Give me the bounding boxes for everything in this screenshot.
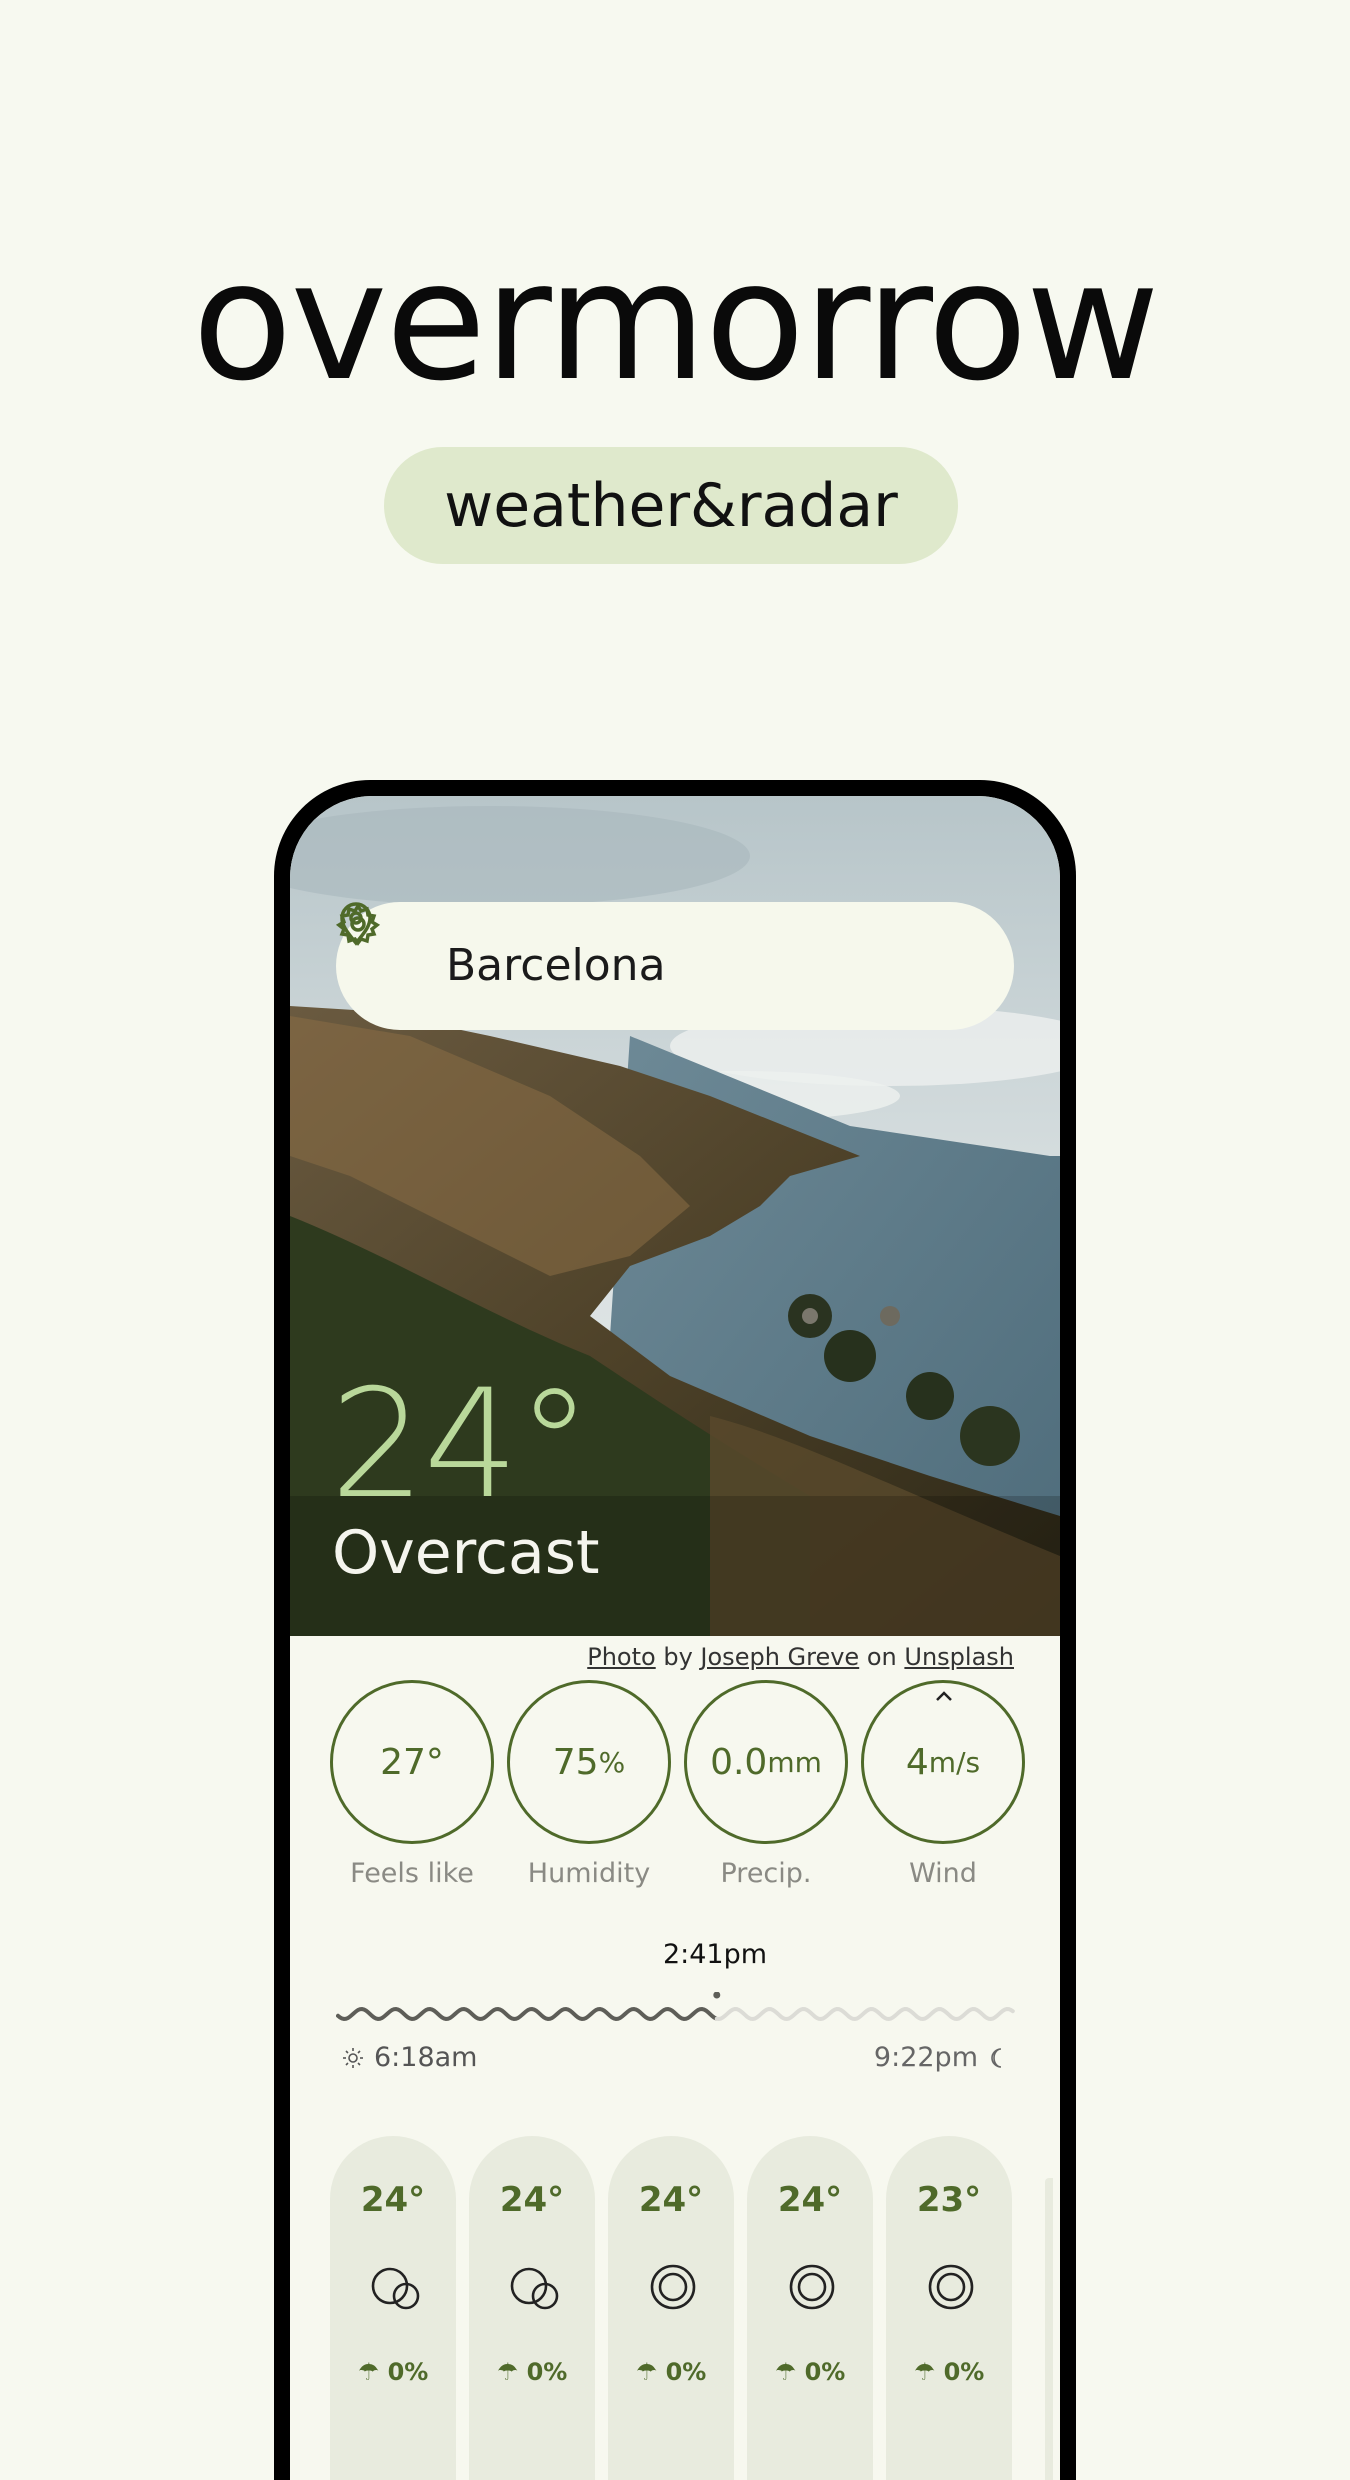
stat-label: Feels like [350,1858,474,1889]
stat-unit: mm [767,1745,822,1779]
hour-temp: 23° [916,2180,982,2220]
hour-precip: ☂ 0% [469,2358,595,2386]
hour-precip: ☂ 0% [608,2358,734,2386]
precip-drop-icon: ☂ [496,2358,519,2386]
stat-circle: 75% [507,1680,671,1844]
sunrise-time: 6:18am [374,2042,478,2073]
hour-precip-value: 0% [665,2358,707,2386]
sunset-time: 9:22pm [873,2042,978,2073]
hourly-card[interactable]: 23° ☂ 0% [886,2136,1012,2480]
hourly-card[interactable]: 24° ☂ 0% [608,2136,734,2480]
precip-drop-icon: ☂ [357,2358,380,2386]
stat-value: 27° [380,1741,444,1783]
phone-frame: Barcelona 24° Overcast Photo by Joseph G… [274,780,1076,2480]
hour-temp: 24° [360,2180,426,2220]
stat-wind: 4 m/s Wind [861,1680,1025,1889]
location-search-bar[interactable]: Barcelona [336,902,1014,1030]
tagline-label: weather&radar [444,470,898,541]
partly-cloudy-icon [510,2267,559,2310]
hour-temp: 24° [499,2180,565,2220]
hourly-card[interactable]: 24° ☂ 0% [330,2136,456,2480]
hour-precip: ☂ 0% [747,2358,873,2386]
phone-screen: Barcelona 24° Overcast Photo by Joseph G… [290,796,1060,2480]
hour-precip: ☂ 0% [886,2358,1012,2386]
current-time: 2:41pm [662,1939,768,1970]
stat-circle: 4 m/s [861,1680,1025,1844]
current-temperature: 24° [330,1358,592,1532]
credit-by: by [663,1643,693,1671]
hour-precip-value: 0% [943,2358,985,2386]
stat-precipitation: 0.0 mm Precip. [684,1680,848,1889]
hourly-card[interactable]: 24° ☂ 0% [747,2136,873,2480]
hour-temp: 24° [638,2180,704,2220]
author-link[interactable]: Joseph Greve [700,1643,859,1671]
moon-icon [991,2047,1002,2068]
precip-drop-icon: ☂ [913,2358,936,2386]
hourly-card-next-peek[interactable] [1045,2178,1053,2480]
hour-temp: 24° [777,2180,843,2220]
sunrise: 6:18am [342,2042,477,2073]
clear-icon [650,2264,696,2310]
hour-precip-value: 0% [387,2358,429,2386]
app-title: overmorrow [192,226,1160,417]
stat-feels-like: 27° Feels like [330,1680,494,1889]
hour-precip-value: 0% [804,2358,846,2386]
photo-link[interactable]: Photo [587,1643,655,1671]
stat-humidity: 75% Humidity [507,1680,671,1889]
city-name[interactable]: Barcelona [446,902,666,1030]
precip-drop-icon: ☂ [774,2358,797,2386]
precip-drop-icon: ☂ [635,2358,658,2386]
sun-position-dot [713,1992,721,1999]
stat-label: Wind [909,1858,977,1889]
credit-on: on [866,1643,897,1671]
stat-unit: % [598,1745,626,1779]
tagline-badge: weather&radar [384,447,958,564]
photo-credit: Photo by Joseph Greve on Unsplash [587,1643,1014,1671]
stat-label: Precip. [720,1858,812,1889]
hourly-card[interactable]: 24° ☂ 0% [469,2136,595,2480]
stat-unit: m/s [928,1745,981,1779]
stat-value: 4 [905,1741,929,1783]
sunset: 9:22pm [874,2042,1008,2073]
sun-icon [343,2047,363,2068]
stat-value: 75 [552,1741,599,1783]
hour-precip: ☂ 0% [330,2358,456,2386]
stat-label: Humidity [527,1858,651,1889]
sun-progress-remaining [714,2006,1015,2022]
source-link[interactable]: Unsplash [904,1643,1014,1671]
stat-circle: 27° [330,1680,494,1844]
clear-icon [789,2264,835,2310]
current-condition: Overcast [332,1518,600,1588]
hour-precip-value: 0% [526,2358,568,2386]
gear-icon[interactable] [336,902,380,946]
sun-progress-track [336,1992,1015,2022]
clear-icon [928,2264,974,2310]
partly-cloudy-icon [371,2267,420,2310]
sun-progress-elapsed [336,2006,718,2022]
stat-circle: 0.0 mm [684,1680,848,1844]
hero-photo: Barcelona 24° Overcast [290,796,1060,1636]
wind-direction-icon [936,1691,952,1701]
stat-value: 0.0 [710,1741,768,1783]
